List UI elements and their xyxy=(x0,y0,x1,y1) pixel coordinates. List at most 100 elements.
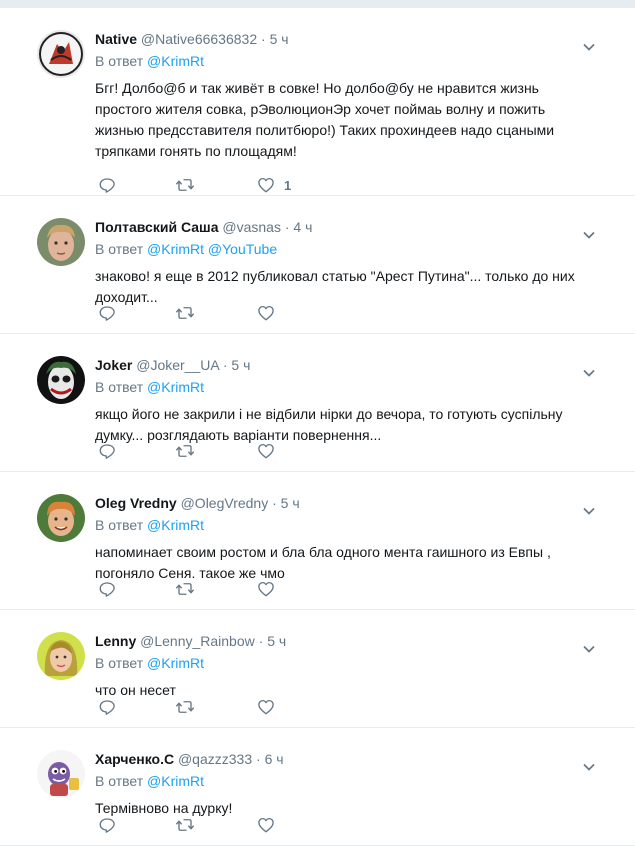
like-icon xyxy=(257,176,275,194)
reply-to-link[interactable]: @KrimRt xyxy=(147,379,204,395)
reply-context: В ответ @KrimRt xyxy=(95,52,204,70)
username[interactable]: @qazzz333 xyxy=(178,751,252,767)
retweet-icon xyxy=(175,698,195,716)
reply-button[interactable] xyxy=(98,442,116,460)
reply-prefix: В ответ xyxy=(95,655,144,671)
reply-button[interactable] xyxy=(98,580,116,598)
tweet-text-line: Термівново на дурку! xyxy=(95,800,233,816)
reply-prefix: В ответ xyxy=(95,773,144,789)
username[interactable]: @vasnas xyxy=(222,219,281,235)
retweet-button[interactable] xyxy=(175,442,195,460)
reply-icon xyxy=(98,580,116,598)
reply-button[interactable] xyxy=(98,304,116,322)
timestamp[interactable]: 5 ч xyxy=(281,495,300,511)
username[interactable]: @Joker__UA xyxy=(136,357,219,373)
avatar[interactable] xyxy=(37,494,85,542)
reply-icon xyxy=(98,442,116,460)
reply-button[interactable] xyxy=(98,176,116,194)
username[interactable]: @Native66636832 xyxy=(141,31,257,47)
caret-down-icon[interactable] xyxy=(583,38,595,51)
caret-down-icon[interactable] xyxy=(583,640,595,653)
separator: · xyxy=(258,633,264,649)
like-count: 1 xyxy=(284,177,292,193)
tweet[interactable]: Lenny @Lenny_Rainbow · 5 ч В ответ @Krim… xyxy=(0,610,635,728)
like-button[interactable] xyxy=(257,304,275,322)
reply-to-link[interactable]: @YouTube xyxy=(208,241,277,257)
reply-to-link[interactable]: @KrimRt xyxy=(147,241,204,257)
reply-context: В ответ @KrimRt xyxy=(95,772,204,790)
avatar[interactable] xyxy=(37,30,85,78)
tweet[interactable]: Харченко.С @qazzz333 · 6 ч В ответ @Krim… xyxy=(0,728,635,846)
tweet-header: Native @Native66636832 · 5 ч xyxy=(95,31,289,47)
tweet-header: Oleg Vredny @OlegVredny · 5 ч xyxy=(95,495,300,511)
fullname[interactable]: Joker xyxy=(95,357,132,373)
fullname[interactable]: Oleg Vredny xyxy=(95,495,177,511)
fullname[interactable]: Харченко.С xyxy=(95,751,174,767)
username[interactable]: @Lenny_Rainbow xyxy=(140,633,255,649)
tweet-text-line: думку... розглядають варіанти повернення… xyxy=(95,427,382,443)
tweet-text: что он несет xyxy=(95,680,595,701)
reply-to-link[interactable]: @KrimRt xyxy=(147,517,204,533)
retweet-button[interactable] xyxy=(175,304,195,322)
reply-button[interactable] xyxy=(98,816,116,834)
caret-down-icon[interactable] xyxy=(583,364,595,377)
timestamp[interactable]: 5 ч xyxy=(267,633,286,649)
retweet-button[interactable] xyxy=(175,698,195,716)
caret-down-icon[interactable] xyxy=(583,758,595,771)
timestamp[interactable]: 4 ч xyxy=(293,219,312,235)
reply-to-link[interactable]: @KrimRt xyxy=(147,53,204,69)
fullname[interactable]: Полтавский Саша xyxy=(95,219,218,235)
tweet-text-line: жизнью предсставителя политбюро!) Таких … xyxy=(95,122,555,138)
reply-to-link[interactable]: @KrimRt xyxy=(147,773,204,789)
tweet-text-line: Бгг! Долбо@б и так живёт в совке! Но дол… xyxy=(95,80,539,96)
tweet-text-line: якщо його не закрили і не відбили нірки … xyxy=(95,406,563,422)
separator: · xyxy=(222,357,228,373)
timestamp[interactable]: 5 ч xyxy=(270,31,289,47)
tweet-text: Бгг! Долбо@б и так живёт в совке! Но дол… xyxy=(95,78,595,162)
reply-context: В ответ @KrimRt xyxy=(95,516,204,534)
retweet-icon xyxy=(175,442,195,460)
reply-prefix: В ответ xyxy=(95,241,144,257)
tweet[interactable]: Native @Native66636832 · 5 ч В ответ @Kr… xyxy=(0,8,635,196)
like-button[interactable] xyxy=(257,580,275,598)
tweet[interactable]: Oleg Vredny @OlegVredny · 5 ч В ответ @K… xyxy=(0,472,635,610)
like-icon xyxy=(257,442,275,460)
tweet-feed: Native @Native66636832 · 5 ч В ответ @Kr… xyxy=(0,7,635,846)
reply-button[interactable] xyxy=(98,698,116,716)
retweet-button[interactable] xyxy=(175,580,195,598)
fullname[interactable]: Native xyxy=(95,31,137,47)
like-button[interactable] xyxy=(257,698,275,716)
tweet-header: Lenny @Lenny_Rainbow · 5 ч xyxy=(95,633,286,649)
caret-down-icon[interactable] xyxy=(583,502,595,515)
avatar[interactable] xyxy=(37,750,85,798)
tweet-text: напоминает своим ростом и бла бла одного… xyxy=(95,542,595,584)
like-button[interactable] xyxy=(257,816,275,834)
retweet-icon xyxy=(175,176,195,194)
retweet-button[interactable] xyxy=(175,816,195,834)
tweet[interactable]: Полтавский Саша @vasnas · 4 ч В ответ @K… xyxy=(0,196,635,334)
reply-icon xyxy=(98,304,116,322)
caret-down-icon[interactable] xyxy=(583,226,595,239)
avatar[interactable] xyxy=(37,356,85,404)
like-button[interactable] xyxy=(257,442,275,460)
tweet-header: Полтавский Саша @vasnas · 4 ч xyxy=(95,219,312,235)
tweet-text-line: что он несет xyxy=(95,682,176,698)
reply-prefix: В ответ xyxy=(95,517,144,533)
tweet-text-line: знаково! я еще в 2012 публиковал статью … xyxy=(95,268,575,284)
timestamp[interactable]: 6 ч xyxy=(265,751,284,767)
username[interactable]: @OlegVredny xyxy=(181,495,269,511)
retweet-button[interactable] xyxy=(175,176,195,194)
reply-context: В ответ @KrimRt xyxy=(95,654,204,672)
timestamp[interactable]: 5 ч xyxy=(231,357,250,373)
avatar[interactable] xyxy=(37,632,85,680)
fullname[interactable]: Lenny xyxy=(95,633,136,649)
avatar[interactable] xyxy=(37,218,85,266)
tweet[interactable]: Joker @Joker__UA · 5 ч В ответ @KrimRt я… xyxy=(0,334,635,472)
reply-icon xyxy=(98,816,116,834)
tweet-text-line: погоняло Сеня. такое же чмо xyxy=(95,565,285,581)
separator: · xyxy=(261,31,266,47)
like-button[interactable]: 1 xyxy=(257,176,291,194)
reply-context: В ответ @KrimRt @YouTube xyxy=(95,240,277,258)
separator: · xyxy=(272,495,277,511)
reply-to-link[interactable]: @KrimRt xyxy=(147,655,204,671)
